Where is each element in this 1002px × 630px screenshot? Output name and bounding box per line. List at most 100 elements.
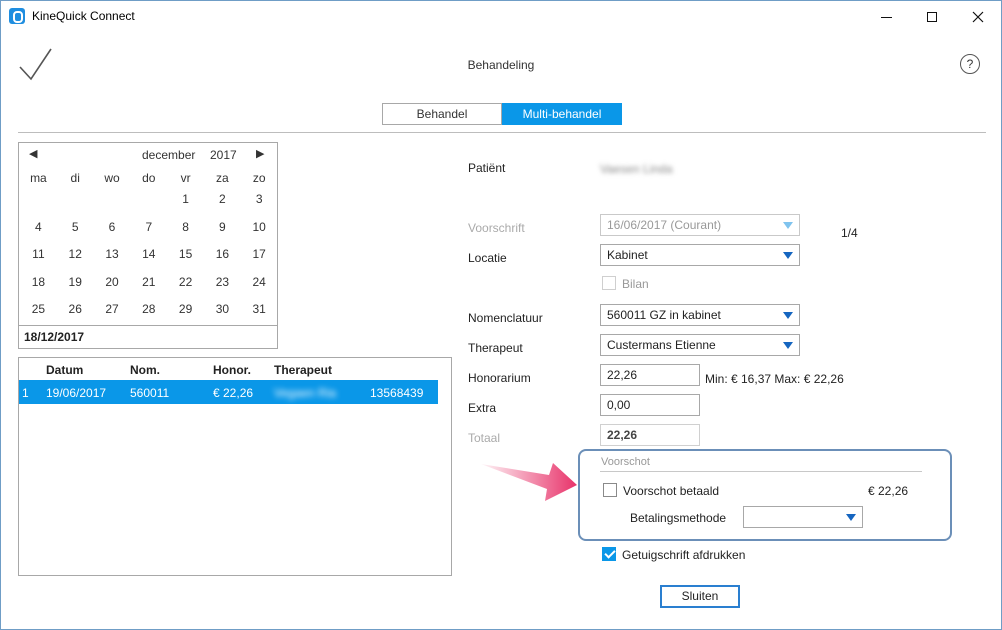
tab-bar: Behandel Multi-behandel [382,103,622,125]
calendar-day[interactable]: 21 [130,274,167,302]
calendar-day[interactable]: 11 [20,246,57,274]
calendar-day [20,191,57,219]
calendar-day[interactable]: 7 [130,219,167,247]
calendar-day[interactable]: 15 [167,246,204,274]
calendar-day[interactable]: 23 [204,274,241,302]
row-number: 13568439 [370,386,424,400]
voorschot-betaald-checkbox[interactable] [603,483,617,497]
extra-input[interactable]: 0,00 [600,394,700,416]
calendar-day[interactable]: 3 [241,191,278,219]
app-window: KineQuick Connect Behandeling ? Behandel… [0,0,1002,630]
row-nom: 560011 [130,386,170,400]
minimize-button[interactable] [863,1,909,32]
betalingsmethode-select[interactable] [743,506,863,528]
calendar-day[interactable]: 2 [204,191,241,219]
column-header-nom[interactable]: Nom. [130,363,160,377]
nomenclatuur-select[interactable]: 560011 GZ in kabinet [600,304,800,326]
divider [18,132,986,133]
calendar-day[interactable]: 17 [241,246,278,274]
maximize-icon [927,11,937,22]
calendar-year[interactable]: 2017 [210,148,237,162]
bilan-label: Bilan [622,277,649,291]
callout-arrow-icon [481,463,577,501]
calendar-day[interactable]: 13 [94,246,131,274]
calendar-day[interactable]: 22 [167,274,204,302]
column-header-datum[interactable]: Datum [46,363,83,377]
treatments-table: Datum Nom. Honor. Therapeut 1 19/06/2017… [18,357,452,576]
tab-behandel[interactable]: Behandel [382,103,502,125]
patient-value: Vaesen Linda [600,162,673,176]
calendar-day[interactable]: 20 [94,274,131,302]
calendar-day [130,191,167,219]
row-therapeut: Vegaen Ria [274,386,337,400]
chevron-down-icon [783,222,793,229]
table-header: Datum Nom. Honor. Therapeut [19,358,451,380]
betalingsmethode-label: Betalingsmethode [630,511,727,525]
minimize-icon [880,17,892,18]
calendar-day[interactable]: 4 [20,219,57,247]
chevron-down-icon [846,514,856,521]
nomenclatuur-value: 560011 GZ in kabinet [607,308,721,322]
calendar-day[interactable]: 8 [167,219,204,247]
calendar-day[interactable]: 24 [241,274,278,302]
column-header-honor[interactable]: Honor. [213,363,251,377]
tab-multi-behandel[interactable]: Multi-behandel [502,103,622,125]
weekday-label: do [142,171,156,185]
locatie-select[interactable]: Kabinet [600,244,800,266]
calendar-day[interactable]: 9 [204,219,241,247]
weekday-label: zo [252,171,266,185]
calendar-grid: ma di wo do vr za zo 1 2 3 4 5 6 7 8 9 1… [20,171,278,329]
help-icon[interactable]: ? [960,54,980,74]
calendar: ◀ december 2017 ▶ ma di wo do vr za zo 1… [18,142,278,349]
page-title: Behandeling [467,58,535,72]
voorschrift-select: 16/06/2017 (Courant) [600,214,800,236]
voorschot-amount: € 22,26 [868,484,909,498]
calendar-day[interactable]: 10 [241,219,278,247]
therapeut-value: Custermans Etienne [607,338,716,352]
maximize-button[interactable] [909,1,955,32]
voorschot-section-title: Voorschot [601,456,650,468]
calendar-day[interactable]: 16 [204,246,241,274]
voorschrift-value: 16/06/2017 (Courant) [607,218,722,232]
calendar-selected-date: 18/12/2017 [19,325,277,349]
calendar-day[interactable]: 18 [20,274,57,302]
calendar-day[interactable]: 1 [167,191,204,219]
calendar-day[interactable]: 12 [57,246,94,274]
calendar-prev-month-icon[interactable]: ◀ [29,147,37,160]
weekday-label: ma [30,171,47,185]
calendar-day[interactable]: 19 [57,274,94,302]
locatie-label: Locatie [468,251,507,265]
title-bar: KineQuick Connect [1,1,1001,32]
calendar-month[interactable]: december [142,148,195,162]
table-row[interactable]: 1 19/06/2017 560011 € 22,26 Vegaen Ria 1… [19,380,438,404]
weekday-label: wo [104,171,120,185]
voorschot-betaald-label: Voorschot betaald [623,484,720,498]
weekday-label: di [70,171,80,185]
calendar-day[interactable]: 6 [94,219,131,247]
honorarium-label: Honorarium [468,371,531,385]
honorarium-input[interactable]: 22,26 [600,364,700,386]
window-title: KineQuick Connect [32,9,135,23]
column-header-therapeut[interactable]: Therapeut [274,363,332,377]
close-window-button[interactable] [955,1,1001,32]
patient-label: Patiënt [468,161,506,175]
row-honor: € 22,26 [213,386,254,400]
honorarium-range: Min: € 16,37 Max: € 22,26 [705,372,844,386]
locatie-value: Kabinet [607,248,648,262]
extra-label: Extra [468,401,497,415]
nomenclatuur-label: Nomenclatuur [468,311,543,325]
app-logo-icon [9,8,25,24]
weekday-label: za [216,171,229,185]
weekday-label: vr [180,171,191,185]
calendar-day[interactable]: 5 [57,219,94,247]
totaal-value: 22,26 [600,424,700,446]
therapeut-select[interactable]: Custermans Etienne [600,334,800,356]
sluiten-button[interactable]: Sluiten [660,585,740,608]
calendar-next-month-icon[interactable]: ▶ [256,147,264,160]
chevron-down-icon [783,342,793,349]
calendar-day [57,191,94,219]
calendar-day[interactable]: 14 [130,246,167,274]
getuigschrift-checkbox[interactable] [602,547,616,561]
divider [600,471,922,472]
row-index: 1 [22,386,29,400]
